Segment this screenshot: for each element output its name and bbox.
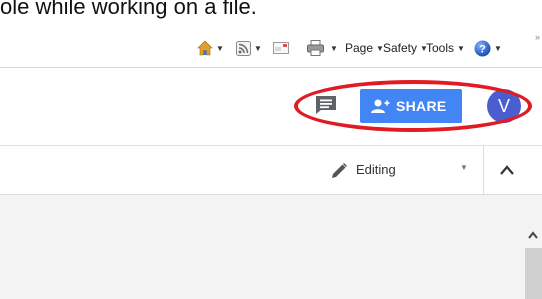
safety-menu-label: Safety: [383, 41, 418, 55]
safety-menu[interactable]: Safety ▼: [383, 38, 428, 58]
person-add-icon: [371, 99, 390, 113]
editing-toolbar: Editing ▼: [0, 146, 542, 195]
home-dropdown-caret[interactable]: ▼: [216, 44, 224, 53]
share-button[interactable]: SHARE: [360, 89, 462, 123]
mail-icon: [273, 42, 289, 54]
mode-dropdown-icon[interactable]: ▼: [460, 163, 468, 172]
comment-icon[interactable]: [315, 95, 337, 115]
feeds-dropdown-caret[interactable]: ▼: [254, 44, 262, 53]
document-canvas: [0, 195, 542, 299]
account-avatar[interactable]: V: [487, 89, 521, 123]
vertical-scrollbar[interactable]: [525, 248, 542, 299]
print-button[interactable]: ▼: [307, 38, 338, 58]
editing-mode-label[interactable]: Editing: [356, 162, 396, 177]
help-icon: ?: [474, 40, 491, 56]
home-icon: [197, 40, 213, 56]
tools-menu-label: Tools: [426, 41, 455, 55]
page-caption: ole while working on a file.: [0, 0, 257, 19]
rss-feed-icon: [236, 40, 251, 56]
ie-command-bar: ▼ ▼ ▼ Page ▼ Safety ▼ Tools ▼ ? ▼ »: [0, 30, 542, 68]
print-dropdown-caret[interactable]: ▼: [330, 44, 338, 53]
scroll-up-chevron-icon[interactable]: [527, 229, 539, 241]
home-button[interactable]: ▼: [197, 38, 224, 58]
chevron-down-icon: ▼: [494, 43, 502, 53]
docs-header: SHARE V: [0, 68, 542, 146]
chevron-up-icon[interactable]: [497, 161, 517, 179]
toolbar-divider: [483, 146, 484, 194]
help-menu[interactable]: ? ▼: [474, 38, 502, 58]
toolbar-overflow-chevron[interactable]: »: [535, 32, 540, 42]
chevron-down-icon: ▼: [457, 43, 465, 53]
read-mail-button[interactable]: [273, 38, 289, 58]
tools-menu[interactable]: Tools ▼: [426, 38, 465, 58]
feeds-button[interactable]: ▼: [236, 38, 262, 58]
pencil-icon: [332, 162, 348, 178]
svg-text:?: ?: [479, 43, 486, 55]
page-menu-label: Page: [345, 41, 374, 55]
print-icon: [307, 40, 324, 56]
page-menu[interactable]: Page ▼: [345, 38, 384, 58]
share-button-label: SHARE: [396, 98, 447, 114]
